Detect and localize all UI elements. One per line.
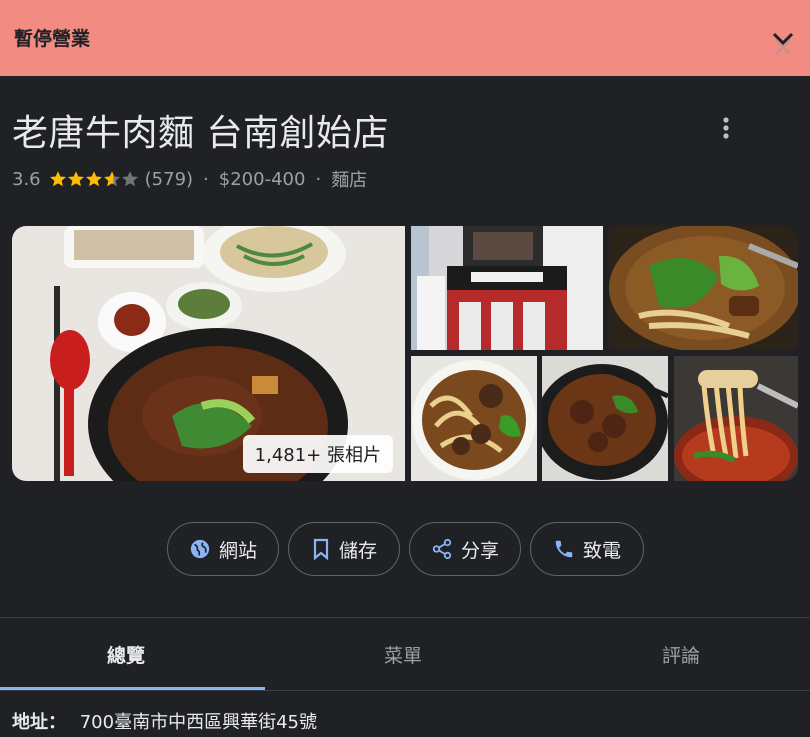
- globe-icon: [190, 539, 210, 559]
- place-title: 老唐牛肉麵 台南創始店: [12, 113, 389, 154]
- star-icon: [49, 171, 66, 187]
- star-rating: [49, 170, 139, 188]
- separator: ·: [203, 168, 209, 190]
- save-button[interactable]: 儲存: [288, 522, 400, 576]
- noodle-lift-photo[interactable]: [674, 356, 798, 481]
- noodle-bowl-photo[interactable]: [411, 356, 537, 481]
- phone-icon: [555, 540, 573, 558]
- address-label: 地址：: [12, 712, 66, 733]
- star-icon: [103, 171, 120, 187]
- tab-reviews[interactable]: 評論: [662, 641, 700, 668]
- share-button[interactable]: 分享: [409, 522, 521, 576]
- closed-banner: 暫停營業: [0, 0, 810, 76]
- tab-overview[interactable]: 總覽: [107, 641, 145, 668]
- tab-menu[interactable]: 菜單: [384, 641, 422, 668]
- call-label: 致電: [582, 539, 621, 562]
- tab-divider: [0, 690, 810, 691]
- address-row: 地址： 700臺南市中西區興華街45號: [12, 708, 317, 734]
- share-label: 分享: [460, 539, 499, 562]
- more-options-button[interactable]: [708, 110, 744, 146]
- review-count[interactable]: (579): [145, 169, 193, 190]
- price-range: $200-400: [218, 168, 306, 190]
- save-label: 儲存: [338, 539, 377, 562]
- storefront-photo[interactable]: [411, 226, 603, 350]
- soup-closeup-photo[interactable]: [609, 226, 798, 350]
- separator: ·: [315, 168, 322, 190]
- star-icon: [85, 171, 102, 187]
- website-button[interactable]: 網站: [167, 522, 279, 576]
- beef-soup-photo[interactable]: [542, 356, 668, 481]
- rating-value: 3.6: [12, 168, 41, 190]
- star-icon: [121, 171, 138, 187]
- star-icon: [67, 171, 84, 187]
- call-button[interactable]: 致電: [530, 522, 644, 576]
- main-photo[interactable]: 1,481+ 張相片: [12, 226, 405, 481]
- more-vert-icon: [723, 117, 729, 139]
- photo-count-badge[interactable]: 1,481+ 張相片: [242, 435, 393, 473]
- bookmark-icon: [313, 538, 329, 560]
- place-meta: 3.6 (579) · $200-400 · 麵店: [12, 166, 367, 192]
- website-label: 網站: [218, 539, 257, 562]
- close-icon[interactable]: [768, 26, 798, 56]
- share-icon: [432, 538, 452, 560]
- closed-status-text: 暫停營業: [14, 28, 91, 50]
- place-category[interactable]: 麵店: [331, 166, 367, 192]
- address-value[interactable]: 700臺南市中西區興華街45號: [80, 712, 317, 733]
- section-divider: [0, 617, 810, 618]
